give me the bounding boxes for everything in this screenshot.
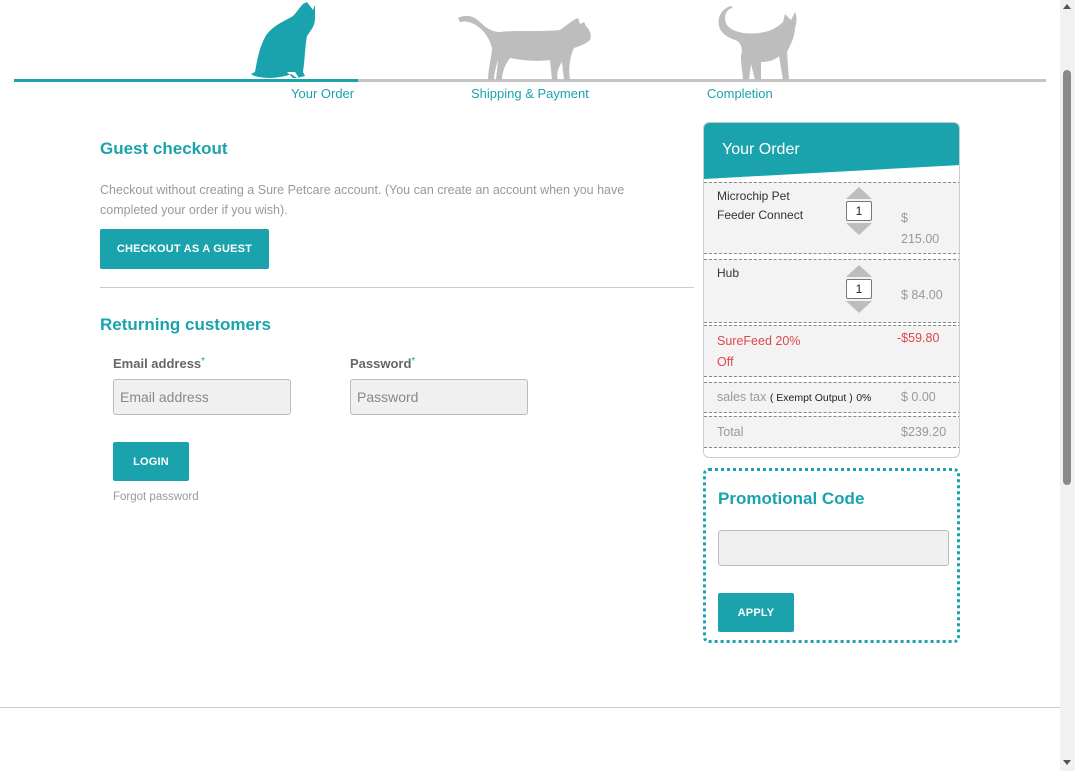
promo-code-heading: Promotional Code [718,489,865,508]
scrollbar-thumb[interactable] [1063,70,1071,485]
cat-standing-icon [718,6,797,80]
footer-divider [0,707,1060,708]
quantity-increase-icon[interactable] [846,187,872,199]
login-button[interactable]: LOGIN [113,442,189,481]
tax-label: sales tax ( Exempt Output ) 0% [717,390,872,404]
step-shipping-payment[interactable]: Shipping & Payment [471,86,589,101]
guest-checkout-description: Checkout without creating a Sure Petcare… [100,183,625,217]
item-name: Microchip Pet Feeder Connect [717,189,804,222]
item-price: $ 215.00 [901,211,940,246]
tax-rate: 0% [856,392,872,404]
checkout-as-guest-button[interactable]: CHECKOUT AS A GUEST [100,229,269,269]
password-label: Password* [350,356,416,371]
forgot-password-link[interactable]: Forgot password [113,491,199,503]
discount-row: SureFeed 20% Off -$59.80 [704,325,959,377]
email-field[interactable] [113,379,291,415]
scroll-up-icon[interactable] [1063,4,1071,9]
total-label: Total [717,425,744,439]
promo-code-box: Promotional Code APPLY [703,468,960,643]
order-item-row: Microchip Pet Feeder Connect 1 $ 215.00 [704,182,959,254]
apply-button[interactable]: APPLY [718,593,794,632]
quantity-decrease-icon[interactable] [846,301,872,313]
required-mark: * [411,356,416,367]
checkout-progress: Your Order Shipping & Payment Completion [0,0,1060,110]
item-name: Hub [717,266,740,280]
step-completion[interactable]: Completion [707,86,773,101]
quantity-stepper: 1 [845,187,873,235]
tax-exempt-note: ( Exempt Output ) [769,392,853,404]
total-row: Total $239.20 [704,416,959,448]
password-field[interactable] [350,379,528,415]
tax-amount: $ 0.00 [901,390,936,404]
order-title: Your Order [722,141,800,158]
quantity-stepper: 1 [845,265,873,313]
cat-sitting-icon [251,2,315,78]
scroll-down-icon[interactable] [1063,760,1071,765]
total-amount: $239.20 [901,425,947,439]
discount-amount: -$59.80 [897,331,940,345]
discount-name: SureFeed 20% Off [717,334,801,369]
returning-customers-heading: Returning customers [100,315,271,334]
order-summary: Your Order Microchip Pet Feeder Connect … [703,122,960,458]
cat-walking-icon [458,15,591,81]
promo-code-input[interactable] [718,530,949,566]
required-mark: * [201,356,206,367]
quantity-input[interactable]: 1 [846,201,872,221]
section-divider [100,287,694,288]
item-price: $ 84.00 [901,288,943,302]
quantity-decrease-icon[interactable] [846,223,872,235]
quantity-input[interactable]: 1 [846,279,872,299]
page-scrollbar[interactable] [1060,0,1075,771]
email-label: Email address* [113,356,206,371]
guest-checkout-heading: Guest checkout [100,139,228,158]
tax-row: sales tax ( Exempt Output ) 0% $ 0.00 [704,382,959,413]
quantity-increase-icon[interactable] [846,265,872,277]
order-item-row: Hub 1 $ 84.00 [704,259,959,323]
step-your-order[interactable]: Your Order [291,86,354,101]
